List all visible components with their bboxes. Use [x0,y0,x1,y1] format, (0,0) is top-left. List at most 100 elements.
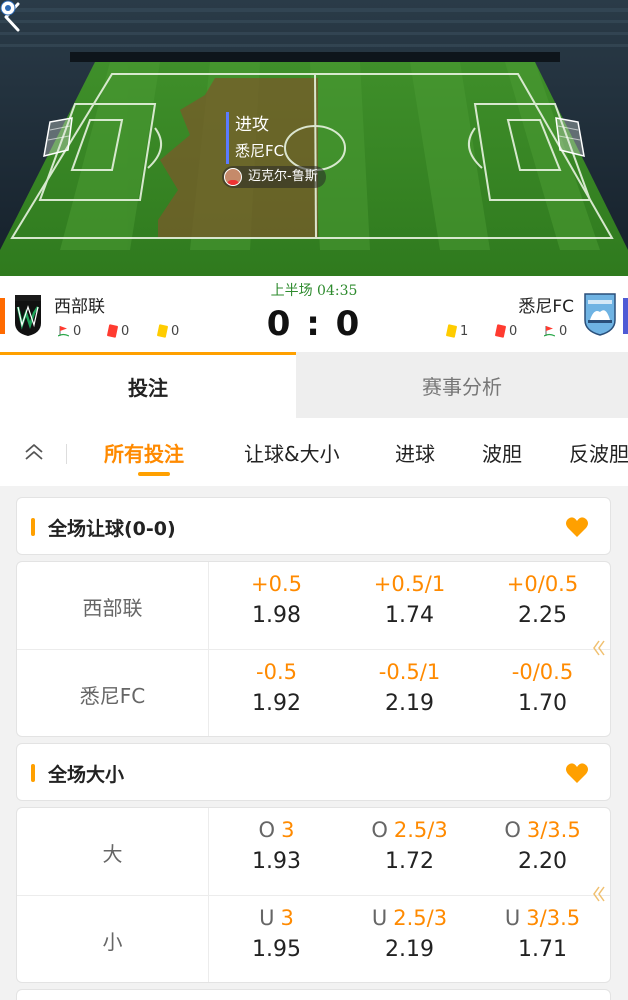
total-value: 2.5/3 [393,906,448,930]
live-pitch-animation: 进攻 悉尼FC 迈克尔-鲁斯 [0,0,628,276]
section-accent-bar [31,764,35,782]
away-team-logo [584,293,616,336]
collapse-chevron-icon[interactable] [22,440,46,464]
active-subtab-underline [138,472,170,476]
divider [66,444,67,464]
over-prefix: O [504,818,521,842]
pitch-graphic [0,0,628,276]
total-line: U 2.5/3 [343,906,476,930]
odds-price: 2.20 [518,849,567,874]
odds-row: 西部联 +0.5 1.98 +0.5/1 1.74 +0/0.5 2.25 [17,562,610,650]
heart-icon[interactable] [565,762,589,784]
odds-button[interactable]: +0.5 1.98 [210,562,343,650]
total-value: 3/3.5 [526,818,581,842]
section-accent-bar [31,518,35,536]
over-prefix: O [371,818,388,842]
double-chevron-left-icon[interactable] [592,885,606,903]
market-header-total[interactable]: 全场大小 [16,743,611,801]
odds-button[interactable]: O3 1.93 [210,808,343,896]
under-prefix: U [504,906,521,930]
odds-button[interactable]: -0.5 1.92 [210,650,343,736]
markets-list: 全场让球(0-0) 西部联 +0.5 1.98 +0.5/1 1.74 +0/0… [0,486,628,1000]
event-team: 悉尼FC [235,142,285,160]
total-line: O3 [210,818,343,842]
player-chip: 迈克尔-鲁斯 [222,166,326,188]
odds-price: 1.74 [385,603,434,628]
heart-icon[interactable] [565,516,589,538]
odds-table-total: 大 O3 1.93 O 2.5/3 1.72 O 3/3.5 2.20 小 U3 1… [16,807,611,983]
selection-label: 悉尼FC [17,650,209,736]
handicap-line: -0/0.5 [511,660,574,684]
subtab-correct-score[interactable]: 波胆 [482,438,522,467]
away-yellow-count: 1 [460,323,469,339]
subtab-goals[interactable]: 进球 [395,438,435,467]
over-prefix: O [258,818,276,842]
total-line: O 3/3.5 [476,818,609,842]
odds-price: 1.98 [252,603,301,628]
tab-betting[interactable]: 投注 [0,352,296,418]
odds-button[interactable]: +0.5/1 1.74 [343,562,476,650]
selection-label: 小 [17,896,209,982]
odds-button[interactable]: +0/0.5 2.25 [476,562,609,650]
odds-price: 1.95 [252,937,301,962]
market-title: 全场大小 [48,764,125,786]
away-accent-bar [623,298,628,334]
football-icon [0,0,16,16]
under-prefix: U [259,906,275,930]
selection-label: 西部联 [17,562,209,650]
handicap-line: +0.5 [251,572,302,596]
odds-button[interactable]: -0/0.5 1.70 [476,650,609,736]
odds-price: 1.72 [385,849,434,874]
event-indicator-bar [226,112,229,164]
odds-price: 2.19 [385,691,434,716]
market-title: 全场让球(0-0) [48,518,176,540]
scoreboard: 西部联 0 0 0 上半场 04:35 0 : 0 悉尼FC 1 0 0 [0,276,628,352]
odds-button[interactable]: O 3/3.5 2.20 [476,808,609,896]
main-tabs: 投注 赛事分析 [0,352,628,418]
player-avatar [224,168,242,186]
away-yellow-cards: 1 [445,323,469,339]
odds-row: 悉尼FC -0.5 1.92 -0.5/1 2.19 -0/0.5 1.70 [17,650,610,736]
tab-match-analysis[interactable]: 赛事分析 [296,352,628,418]
handicap-line: -0.5/1 [378,660,441,684]
selection-label: 大 [17,808,209,896]
player-name: 迈克尔-鲁斯 [248,169,318,184]
away-team-name: 悉尼FC [518,297,574,317]
double-chevron-left-icon[interactable] [592,639,606,657]
red-card-icon [494,324,507,338]
odds-button[interactable]: U 2.5/3 2.19 [343,896,476,982]
total-value: 2.5/3 [393,818,448,842]
total-value: 3 [280,906,294,930]
odds-button[interactable]: -0.5/1 2.19 [343,650,476,736]
odds-row: 小 U3 1.95 U 2.5/3 2.19 U 3/3.5 1.71 [17,896,610,982]
subtab-anti-correct-score[interactable]: 反波胆 [569,438,628,467]
odds-button[interactable]: U 3/3.5 1.71 [476,896,609,982]
odds-button[interactable]: U3 1.95 [210,896,343,982]
total-line: O 2.5/3 [343,818,476,842]
handicap-line: +0/0.5 [506,572,579,596]
odds-table-handicap: 西部联 +0.5 1.98 +0.5/1 1.74 +0/0.5 2.25 悉尼… [16,561,611,737]
market-header-next[interactable] [16,989,611,1000]
away-corners-count: 0 [559,323,568,339]
yellow-card-icon [445,324,458,338]
odds-price: 2.25 [518,603,567,628]
under-prefix: U [371,906,388,930]
odds-price: 1.92 [252,691,301,716]
odds-price: 1.93 [252,849,301,874]
odds-price: 1.71 [518,937,567,962]
odds-button[interactable]: O 2.5/3 1.72 [343,808,476,896]
handicap-line: +0.5/1 [373,572,446,596]
market-header-handicap[interactable]: 全场让球(0-0) [16,497,611,555]
odds-price: 2.19 [385,937,434,962]
handicap-line: -0.5 [256,660,297,684]
total-value: 3 [281,818,295,842]
away-red-count: 0 [509,323,518,339]
away-red-cards: 0 [494,323,518,339]
market-filter-tabs: 所有投注 让球&大小 进球 波胆 反波胆 [0,418,628,486]
subtab-handicap-total[interactable]: 让球&大小 [244,438,340,467]
subtab-all-bets[interactable]: 所有投注 [104,438,184,467]
odds-row: 大 O3 1.93 O 2.5/3 1.72 O 3/3.5 2.20 [17,808,610,896]
away-corners: 0 [544,323,567,339]
corner-flag-icon [544,326,555,337]
total-value: 3/3.5 [526,906,581,930]
